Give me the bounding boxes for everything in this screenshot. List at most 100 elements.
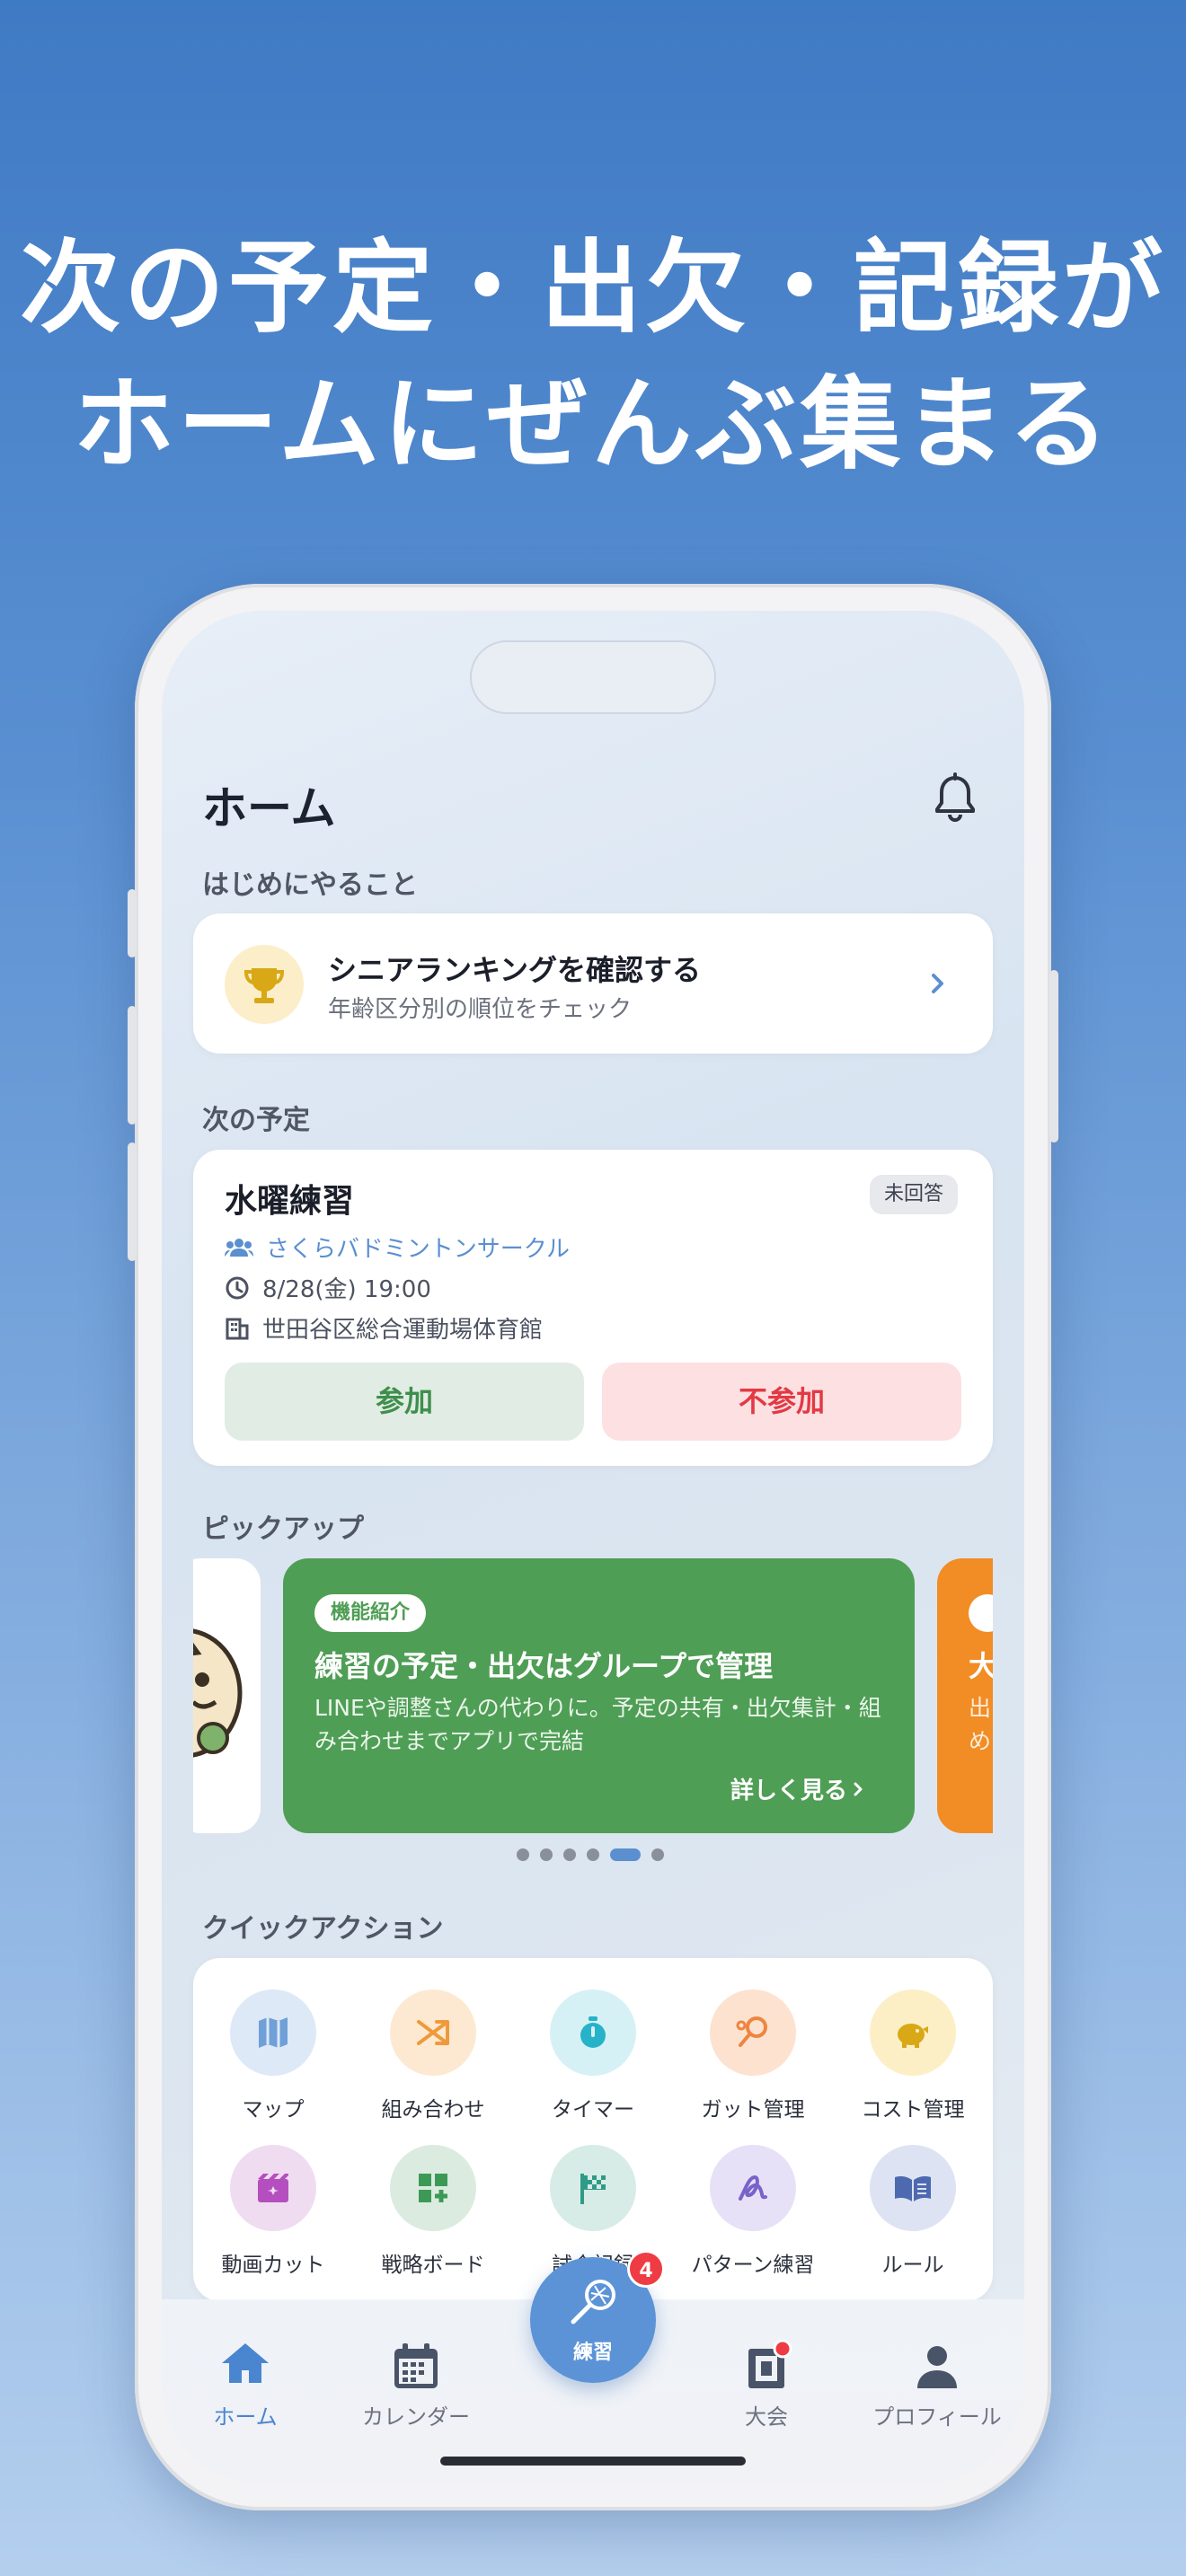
event-group-name: さくらバドミントンサークル xyxy=(266,1236,571,1263)
building-icon xyxy=(226,1318,249,1339)
phone-power-button xyxy=(1049,970,1058,1142)
see-more-label: 詳しく見る xyxy=(730,1778,848,1804)
racket-icon xyxy=(710,1989,796,2076)
quick-action-pattern-practice[interactable]: パターン練習 xyxy=(673,2145,833,2278)
mascot-illustration-icon xyxy=(193,1628,243,1758)
tab-label: カレンダー xyxy=(362,2404,470,2430)
tab-calendar[interactable]: カレンダー xyxy=(331,2340,501,2430)
todo-subtitle: 年齢区分別の順位をチェック xyxy=(328,996,633,1023)
clock-icon xyxy=(226,1276,249,1299)
fab-label: 練習 xyxy=(572,2342,613,2364)
todo-card[interactable]: シニアランキングを確認する 年齢区分別の順位をチェック xyxy=(193,913,993,1054)
quick-action-string-management[interactable]: ガット管理 xyxy=(673,1989,833,2122)
event-title: 水曜練習 xyxy=(225,1183,355,1220)
phone-volume-up xyxy=(128,1006,137,1125)
group-icon xyxy=(225,1238,253,1257)
chevron-right-icon xyxy=(919,966,955,1001)
phone-volume-down xyxy=(128,1142,137,1261)
join-button[interactable]: 参加 xyxy=(225,1363,584,1441)
timer-icon xyxy=(550,1989,636,2076)
carousel-slide-previous[interactable] xyxy=(193,1558,261,1833)
tab-label: プロフィール xyxy=(872,2404,1002,2430)
event-venue-row: 世田谷区総合運動場体育館 xyxy=(225,1311,543,1345)
app-screen: ホーム はじめにやること シニアランキングを確認する 年齢区分別の順位をチェック… xyxy=(162,611,1024,2483)
slide-desc-fragment-2: め xyxy=(969,1728,992,1754)
piggy-bank-icon xyxy=(870,1989,956,2076)
tab-home[interactable]: ホーム xyxy=(162,2340,331,2430)
book-icon xyxy=(870,2145,956,2231)
quick-action-label: マップ xyxy=(242,2098,305,2122)
quick-action-video-cut[interactable]: 動画カット xyxy=(193,2145,353,2278)
next-event-card[interactable]: 水曜練習 未回答 さくらバドミントンサークル 8/28(金) 19:00 世田谷… xyxy=(193,1150,993,1466)
event-venue: 世田谷区総合運動場体育館 xyxy=(262,1317,544,1344)
pagination-dot-active[interactable] xyxy=(610,1848,641,1861)
quick-action-label: 組み合わせ xyxy=(381,2098,485,2122)
tab-profile[interactable]: プロフィール xyxy=(852,2340,1022,2430)
practice-fab-button[interactable]: 練習 4 xyxy=(530,2250,665,2383)
pattern-icon xyxy=(710,2145,796,2231)
slide-desc-fragment-1: 出 xyxy=(969,1695,992,1721)
pagination-dot[interactable] xyxy=(540,1848,553,1861)
promo-headline: 次の予定・出欠・記録が ホームにぜんぶ集まる xyxy=(0,220,1186,493)
quick-action-timer[interactable]: タイマー xyxy=(513,1989,673,2122)
quick-action-rules[interactable]: ルール xyxy=(833,2145,993,2278)
headline-line-2: ホームにぜんぶ集まる xyxy=(73,366,1113,483)
quick-action-map[interactable]: マップ xyxy=(193,1989,353,2122)
headline-line-1: 次の予定・出欠・記録が xyxy=(20,230,1166,347)
quick-action-pairing[interactable]: 組み合わせ xyxy=(353,1989,513,2122)
carousel-slide-next[interactable]: 大 出 め xyxy=(937,1558,993,1833)
decline-button[interactable]: 不参加 xyxy=(602,1363,961,1441)
quick-action-label: 戦略ボード xyxy=(381,2254,485,2277)
home-indicator xyxy=(440,2457,746,2466)
quick-action-label: タイマー xyxy=(552,2098,634,2122)
todo-section-label: はじめにやること xyxy=(202,869,418,901)
dynamic-island xyxy=(470,640,716,714)
quick-action-cost-management[interactable]: コスト管理 xyxy=(833,1989,993,2122)
home-icon xyxy=(222,2343,269,2383)
schedule-section-label: 次の予定 xyxy=(202,1105,310,1136)
shuffle-icon xyxy=(390,1989,476,2076)
practice-count-badge: 4 xyxy=(627,2250,665,2288)
slide-title: 練習の予定・出欠はグループで管理 xyxy=(314,1649,774,1683)
notification-bell-icon[interactable] xyxy=(933,772,978,823)
quick-action-label: 動画カット xyxy=(221,2254,325,2277)
pagination-dot[interactable] xyxy=(587,1848,599,1861)
quick-action-label: コスト管理 xyxy=(861,2098,965,2122)
slide-title-fragment: 大 xyxy=(969,1649,993,1683)
quick-action-label: ルール xyxy=(881,2254,944,2277)
event-datetime: 8/28(金) 19:00 xyxy=(262,1276,431,1303)
video-cut-icon xyxy=(230,2145,316,2231)
pagination-dot[interactable] xyxy=(517,1848,529,1861)
carousel-pagination[interactable] xyxy=(517,1848,675,1861)
trophy-icon xyxy=(225,945,304,1024)
map-icon xyxy=(230,1989,316,2076)
person-icon xyxy=(917,2346,957,2388)
pickup-carousel[interactable]: 機能紹介 練習の予定・出欠はグループで管理 LINEや調整さんの代わりに。予定の… xyxy=(193,1558,993,1833)
quick-action-label: ガット管理 xyxy=(701,2098,805,2122)
pagination-dot[interactable] xyxy=(651,1848,664,1861)
slide-tag-badge xyxy=(969,1594,993,1632)
pickup-section-label: ピックアップ xyxy=(202,1513,364,1545)
tab-label: 大会 xyxy=(745,2404,788,2430)
slide-description: LINEや調整さんの代わりに。予定の共有・出欠集計・組み合わせまでアプリで完結 xyxy=(314,1695,881,1754)
tab-tournament[interactable]: 大会 xyxy=(681,2339,852,2430)
badminton-racket-icon xyxy=(571,2280,615,2325)
tournament-icon xyxy=(748,2339,792,2388)
tab-label: ホーム xyxy=(213,2404,278,2430)
quick-action-strategy-board[interactable]: 戦略ボード xyxy=(353,2145,513,2278)
quick-actions-section-label: クイックアクション xyxy=(202,1913,444,1945)
phone-mute-switch xyxy=(128,889,137,957)
strategy-board-icon xyxy=(390,2145,476,2231)
quick-action-label: パターン練習 xyxy=(691,2254,815,2277)
slide-tag-badge: 機能紹介 xyxy=(314,1594,427,1632)
see-more-link[interactable]: 詳しく見る xyxy=(730,1772,869,1805)
calendar-icon xyxy=(394,2343,438,2388)
event-datetime-row: 8/28(金) 19:00 xyxy=(225,1271,431,1304)
checkered-flag-icon xyxy=(550,2145,636,2231)
event-group-row[interactable]: さくらバドミントンサークル xyxy=(225,1231,570,1264)
page-title: ホーム xyxy=(202,782,336,834)
pagination-dot[interactable] xyxy=(563,1848,576,1861)
carousel-slide-feature[interactable]: 機能紹介 練習の予定・出欠はグループで管理 LINEや調整さんの代わりに。予定の… xyxy=(283,1558,915,1833)
status-badge: 未回答 xyxy=(870,1175,959,1214)
todo-title: シニアランキングを確認する xyxy=(328,953,702,987)
